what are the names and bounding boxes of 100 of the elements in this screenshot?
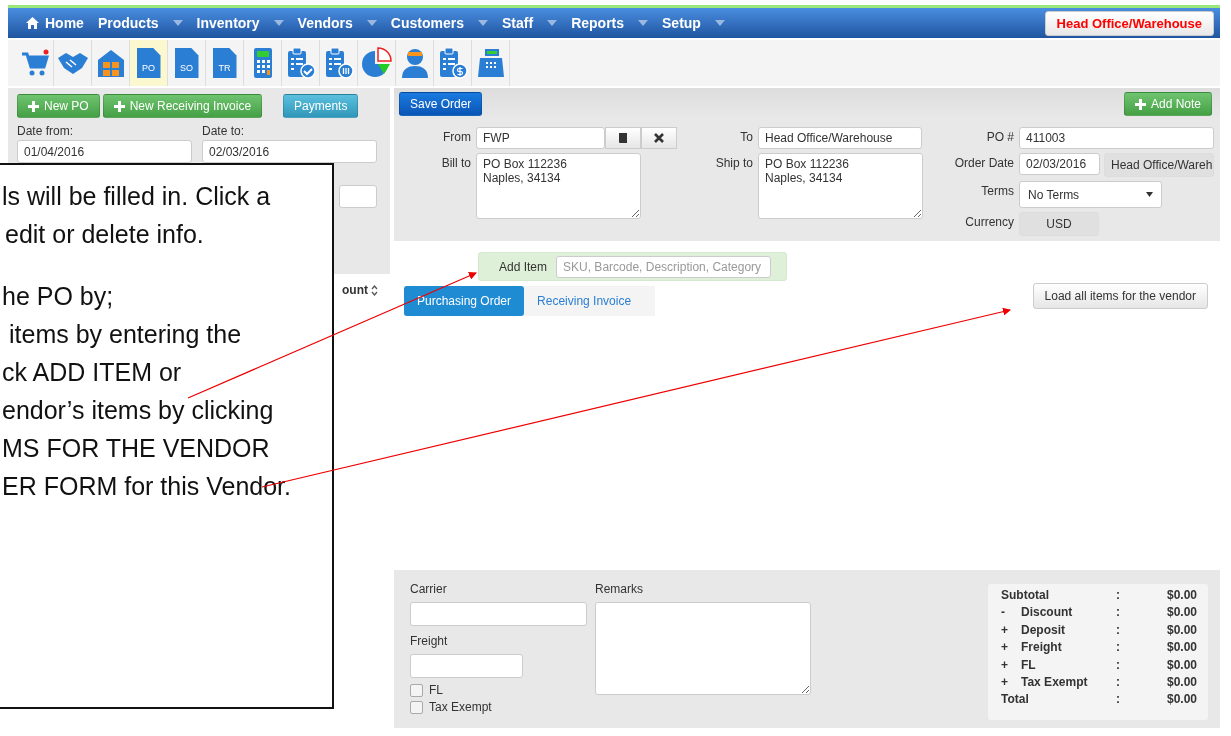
tab[interactable]: Receiving Invoice bbox=[524, 286, 645, 316]
caret-icon bbox=[273, 20, 284, 26]
clipboard-pause-icon bbox=[323, 47, 354, 79]
book-icon bbox=[618, 132, 628, 144]
clipboard-check-icon bbox=[285, 47, 316, 79]
tab[interactable]: Purchasing Order bbox=[404, 286, 525, 316]
callout-text-line: ck ADD ITEM or bbox=[2, 357, 182, 388]
remarks-field[interactable] bbox=[595, 602, 811, 695]
field-label: Bill to bbox=[440, 155, 471, 172]
add-button[interactable]: New Receiving Invoice bbox=[102, 94, 263, 118]
field-label: Add Item bbox=[499, 259, 548, 274]
colon-text: : bbox=[1116, 692, 1121, 707]
total-value: $0.00 bbox=[1165, 588, 1197, 602]
date-field[interactable]: 01/04/2016 bbox=[17, 140, 192, 163]
total-value: $0.00 bbox=[1165, 622, 1197, 637]
caret-icon bbox=[478, 20, 488, 26]
nav-menu[interactable]: Products bbox=[97, 15, 183, 31]
pie-chart-icon bbox=[360, 47, 393, 79]
field-label: Remarks bbox=[595, 582, 643, 596]
clear-button[interactable] bbox=[641, 127, 677, 149]
input-field[interactable] bbox=[410, 602, 587, 626]
sign-text: + bbox=[1001, 640, 1009, 655]
field-label: Carrier bbox=[410, 582, 448, 596]
callout-text-line: endor’s items by clicking bbox=[2, 395, 274, 426]
input-field[interactable]: Head Office/Warehouse bbox=[758, 127, 922, 149]
callout-text-line: items by entering the bbox=[9, 319, 242, 350]
caret-icon bbox=[547, 20, 558, 26]
nav-menu[interactable]: Customers bbox=[390, 15, 488, 31]
column-header[interactable]: ount bbox=[342, 283, 368, 297]
cart-icon bbox=[19, 48, 50, 78]
terms-dropdown[interactable]: No Terms bbox=[1019, 181, 1162, 208]
caret-icon bbox=[638, 20, 649, 26]
callout-text-line: edit or delete info. bbox=[5, 219, 204, 250]
address-field[interactable]: PO Box 112236 Naples, 34134 bbox=[476, 153, 641, 219]
sign-text: + bbox=[1001, 622, 1009, 637]
callout-text-line: ls will be filled in. Click a bbox=[2, 181, 271, 212]
field-label: Date from: bbox=[17, 124, 74, 138]
colon-text: : bbox=[1116, 588, 1121, 602]
total-value: $0.00 bbox=[1165, 605, 1197, 620]
total-label: Deposit bbox=[1021, 622, 1066, 637]
nav-menu[interactable]: Setup bbox=[662, 15, 725, 31]
plus-icon bbox=[1134, 98, 1146, 110]
search-field[interactable]: SKU, Barcode, Description, Category bbox=[556, 255, 772, 278]
calculator-icon bbox=[252, 47, 273, 79]
toolbar-button[interactable]: PO bbox=[130, 40, 168, 86]
total-label: FL bbox=[1021, 657, 1037, 672]
caret-icon bbox=[172, 20, 183, 26]
add-button[interactable]: New PO bbox=[17, 94, 100, 118]
colon-text: : bbox=[1116, 640, 1121, 655]
date-field[interactable]: 02/03/2016 bbox=[1019, 153, 1100, 175]
colon-text: : bbox=[1116, 674, 1121, 689]
colon-text: : bbox=[1116, 622, 1121, 637]
address-field[interactable]: PO Box 112236 Naples, 34134 bbox=[758, 153, 923, 219]
field-label: Order Date bbox=[953, 155, 1014, 172]
nav-menu[interactable]: Inventory bbox=[196, 15, 284, 31]
field-label: PO # bbox=[985, 129, 1014, 146]
callout-text-line: ER FORM for this Vendor. bbox=[2, 471, 291, 502]
document-icon: SO bbox=[174, 48, 199, 78]
nav-item[interactable]: Home bbox=[26, 15, 84, 31]
total-label: Subtotal bbox=[1001, 588, 1050, 602]
checkbox-label: Tax Exempt bbox=[429, 700, 492, 714]
dropdown-arrow-icon bbox=[1146, 192, 1153, 197]
field-label: Terms bbox=[980, 183, 1014, 200]
checkbox[interactable] bbox=[410, 683, 423, 697]
colon-text: : bbox=[1116, 657, 1121, 672]
plus-icon bbox=[28, 100, 39, 112]
input-field[interactable] bbox=[410, 654, 523, 678]
field-label: Freight bbox=[410, 634, 449, 648]
date-field[interactable]: 02/03/2016 bbox=[202, 140, 377, 163]
home-icon bbox=[26, 17, 39, 29]
input-field[interactable] bbox=[339, 185, 377, 208]
warehouse-icon bbox=[96, 48, 125, 78]
total-label: Discount bbox=[1021, 605, 1074, 620]
sort-icon bbox=[371, 284, 378, 296]
save-order-button[interactable]: Save Order bbox=[399, 92, 483, 116]
callout-text-line: he PO by; bbox=[2, 281, 114, 312]
caret-icon bbox=[366, 20, 377, 26]
total-label: Tax Exempt bbox=[1021, 674, 1089, 689]
field-label: Date to: bbox=[202, 124, 246, 138]
plus-icon bbox=[113, 100, 125, 112]
total-label: Total bbox=[1001, 692, 1030, 707]
nav-menu[interactable]: Vendors bbox=[297, 15, 377, 31]
nav-menu[interactable]: Reports bbox=[571, 15, 649, 31]
field-label: Ship to bbox=[714, 155, 753, 172]
location-button[interactable]: Head Office/Warehouse bbox=[1044, 10, 1214, 36]
total-label: Freight bbox=[1021, 640, 1063, 655]
total-value: $0.00 bbox=[1165, 674, 1197, 689]
sign-text: + bbox=[1001, 674, 1009, 689]
payments-button[interactable]: Payments bbox=[283, 94, 359, 118]
cash-register-icon bbox=[476, 48, 505, 78]
sign-text: + bbox=[1001, 657, 1009, 672]
checkbox[interactable] bbox=[410, 700, 423, 714]
colon-text: : bbox=[1116, 605, 1121, 620]
vendor-field[interactable]: FWP bbox=[476, 127, 605, 149]
handshake-icon bbox=[56, 50, 89, 76]
add-note-button[interactable]: Add Note bbox=[1123, 92, 1212, 116]
book-button[interactable] bbox=[605, 127, 641, 149]
load-items-button[interactable]: Load all items for the vendor bbox=[1032, 283, 1208, 309]
po-number-field[interactable]: 411003 bbox=[1019, 127, 1214, 149]
nav-menu[interactable]: Staff bbox=[502, 15, 558, 31]
